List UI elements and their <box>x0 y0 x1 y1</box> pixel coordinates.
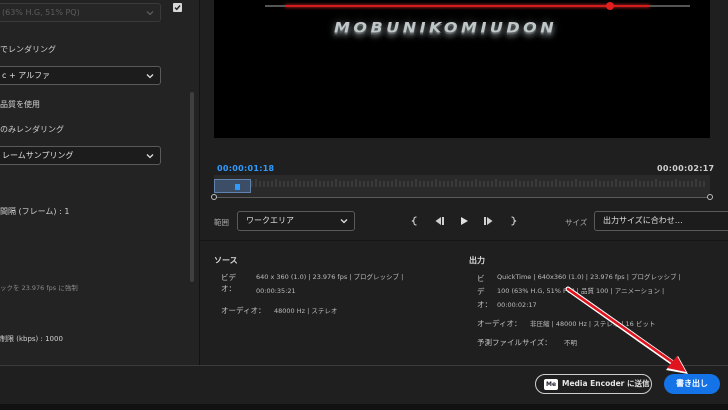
output-video-line2: 100 (63% H.G, 51% PQ) | 品質 100 | アニメーション… <box>497 287 665 295</box>
range-dropdown[interactable]: ワークエリア <box>237 211 355 231</box>
media-encoder-label: Media Encoder に送信 <box>562 379 650 388</box>
chevron-down-icon <box>146 154 154 159</box>
left-panel-scrollbar[interactable] <box>190 92 194 282</box>
play-icon <box>461 217 468 225</box>
step-forward-button[interactable] <box>481 214 495 228</box>
source-video-key: ビデオ： <box>221 273 236 293</box>
set-out-point-button[interactable] <box>506 214 520 228</box>
frame-sampling-dropdown[interactable]: レームサンプリング <box>0 146 161 165</box>
output-video-line3: 00:00:02:17 <box>497 301 537 309</box>
codec-quality-value: (63% H.G, 51% PQ) <box>2 8 80 17</box>
checkmark-icon <box>174 5 181 11</box>
timeline-rail <box>214 197 710 198</box>
end-timecode: 00:00:02:17 <box>657 164 715 173</box>
video-red-line <box>265 5 690 7</box>
size-label: サイズ <box>565 218 588 227</box>
top-checkbox[interactable] <box>173 3 182 12</box>
panel-divider <box>199 0 200 365</box>
video-red-dot <box>606 2 614 10</box>
output-title: 出力 <box>469 256 485 265</box>
output-filesize-value: 不明 <box>564 339 577 347</box>
chevron-down-icon <box>340 219 348 224</box>
in-point-handle[interactable] <box>211 194 217 200</box>
output-video-line1: QuickTime | 640x360 (1.0) | 23.976 fps |… <box>497 273 681 281</box>
only-render-label: のみレンダリング <box>0 125 64 134</box>
timeline-ticks <box>215 179 705 187</box>
output-video-key: ビデオ： <box>477 274 492 309</box>
export-button[interactable]: 書き出し <box>664 374 720 394</box>
step-back-button[interactable] <box>432 214 446 228</box>
source-audio-key: オーディオ： <box>221 306 266 315</box>
step-back-icon <box>435 217 444 225</box>
force-fps-note: ックを 23.976 fps に強制 <box>0 284 78 292</box>
output-filesize-key: 予測ファイルサイズ： <box>477 338 552 347</box>
range-label: 範囲 <box>214 218 229 227</box>
frame-sampling-value: レームサンプリング <box>2 151 74 160</box>
source-video-line1: 640 x 360 (1.0) | 23.976 fps | プログレッシブ | <box>256 273 404 281</box>
export-settings-panel: (63% H.G, 51% PQ) でレンダリング c + アルファ 品質を使用… <box>0 0 200 365</box>
alpha-channel-dropdown[interactable]: c + アルファ <box>0 66 161 85</box>
render-option-label: でレンダリング <box>0 45 56 54</box>
playhead[interactable] <box>235 184 240 190</box>
current-timecode[interactable]: 00:00:01:18 <box>217 164 274 173</box>
keyframe-interval-label: 間隔 (フレーム) : 1 <box>0 207 70 216</box>
max-quality-label: 品質を使用 <box>0 100 40 109</box>
work-area-bar[interactable] <box>214 179 251 193</box>
media-encoder-icon: Me <box>544 379 558 390</box>
codec-quality-dropdown[interactable]: (63% H.G, 51% PQ) <box>0 3 161 22</box>
bracket-right-icon <box>511 216 517 226</box>
chevron-down-icon <box>146 74 154 79</box>
bottom-strip <box>0 404 728 410</box>
chevron-down-icon <box>146 11 154 16</box>
output-audio-key: オーディオ： <box>477 319 522 328</box>
source-title: ソース <box>214 256 238 265</box>
play-button[interactable] <box>457 214 471 228</box>
video-caption-text: MOBUNIKOMIUDON <box>334 18 558 37</box>
output-audio-value: 非圧縮 | 48000 Hz | ステレオ | 16 ビット <box>530 320 656 328</box>
set-in-point-button[interactable] <box>408 214 422 228</box>
bitrate-limit-label: 制限 (kbps) : 1000 <box>0 335 63 343</box>
size-dropdown[interactable]: 出力サイズに合わせ… <box>594 211 728 231</box>
source-video-line2: 00:00:35:21 <box>256 287 296 295</box>
section-divider <box>200 240 728 241</box>
timeline-ruler[interactable] <box>214 175 710 198</box>
bracket-left-icon <box>411 216 417 226</box>
out-point-handle[interactable] <box>707 194 713 200</box>
range-value: ワークエリア <box>246 216 294 225</box>
send-to-media-encoder-button[interactable]: Me Media Encoder に送信 <box>535 374 652 394</box>
step-forward-icon <box>483 217 492 225</box>
source-audio-value: 48000 Hz | ステレオ <box>274 307 338 315</box>
video-preview: MOBUNIKOMIUDON <box>214 0 710 138</box>
size-value: 出力サイズに合わせ… <box>603 216 683 225</box>
alpha-channel-value: c + アルファ <box>2 71 51 80</box>
